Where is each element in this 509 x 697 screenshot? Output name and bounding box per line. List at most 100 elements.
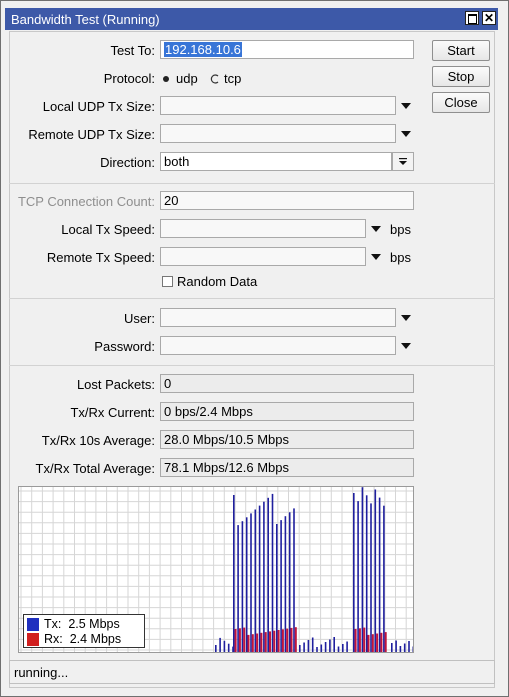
local-tx-speed-dropdown-icon[interactable] — [371, 226, 381, 232]
tx-bar — [250, 513, 252, 652]
password-input[interactable] — [160, 336, 396, 355]
tx-bar — [391, 643, 393, 652]
tx-bar — [383, 505, 385, 652]
window-title: Bandwidth Test (Running) — [11, 12, 160, 27]
tx-bar — [219, 637, 221, 652]
tx-bar — [408, 641, 410, 652]
tx-bar — [357, 501, 359, 652]
tx-bar — [254, 509, 257, 652]
tx-rx-total-average-value: 78.1 Mbps/12.6 Mbps — [160, 458, 414, 477]
tx-bar — [293, 508, 295, 652]
user-dropdown-icon[interactable] — [401, 315, 411, 321]
remote-udp-tx-size-label: Remote UDP Tx Size: — [28, 127, 155, 142]
protocol-udp-radio[interactable] — [161, 74, 171, 84]
rx-bar — [384, 632, 387, 652]
tx-rx-10s-average-label: Tx/Rx 10s Average: — [41, 433, 155, 448]
local-udp-tx-size-dropdown-icon[interactable] — [401, 103, 411, 109]
tx-rx-total-average-label: Tx/Rx Total Average: — [35, 461, 155, 476]
rx-bar — [367, 634, 370, 652]
tcp-connection-count-label: TCP Connection Count: — [17, 194, 155, 209]
password-dropdown-icon[interactable] — [401, 343, 411, 349]
lost-packets-value: 0 — [160, 374, 414, 393]
direction-dropdown-button[interactable] — [392, 152, 414, 171]
rx-bar — [371, 634, 374, 652]
tx-bar — [307, 640, 310, 652]
tcp-connection-count-input[interactable]: 20 — [160, 191, 414, 210]
rx-bar — [264, 632, 267, 652]
remote-tx-speed-label: Remote Tx Speed: — [46, 250, 155, 265]
rx-bar — [273, 630, 276, 652]
tx-bar — [311, 637, 314, 652]
remote-tx-speed-unit: bps — [390, 250, 411, 265]
test-to-value: 192.168.10.6 — [164, 42, 242, 57]
password-label: Password: — [94, 339, 155, 354]
tx-bar — [412, 646, 413, 652]
radio-tcp-icon — [210, 74, 219, 84]
close-icon[interactable]: ✕ — [482, 11, 496, 25]
tx-rx-current-value: 0 bps/2.4 Mbps — [160, 402, 414, 421]
rx-bar — [251, 634, 254, 652]
test-to-input[interactable]: 192.168.10.6 — [160, 40, 414, 59]
local-tx-speed-unit: bps — [390, 222, 411, 237]
rx-bar — [281, 629, 284, 652]
rx-bar — [247, 634, 250, 652]
maximize-icon[interactable] — [465, 11, 479, 25]
tx-bar — [303, 642, 305, 652]
local-udp-tx-size-label: Local UDP Tx Size: — [42, 99, 155, 114]
local-tx-speed-input[interactable] — [160, 219, 366, 238]
tx-bar — [299, 645, 301, 652]
rx-bar — [294, 627, 297, 652]
tx-bar — [241, 521, 244, 652]
rx-bar — [243, 627, 246, 652]
protocol-label: Protocol: — [103, 71, 155, 86]
remote-udp-tx-size-dropdown-icon[interactable] — [401, 131, 411, 137]
tx-bar — [342, 644, 344, 652]
rx-bar — [380, 632, 383, 652]
user-input[interactable] — [160, 308, 396, 327]
direction-select[interactable]: both — [160, 152, 392, 171]
tx-legend-text: Tx: 2.5 Mbps — [44, 617, 120, 631]
stop-button[interactable]: Stop — [432, 66, 490, 87]
tx-bar — [320, 644, 323, 652]
tx-bar — [227, 643, 230, 652]
tx-bar — [370, 503, 372, 652]
rx-bar — [238, 628, 241, 652]
local-udp-tx-size-input[interactable] — [160, 96, 396, 115]
direction-label: Direction: — [100, 155, 155, 170]
remote-tx-speed-input[interactable] — [160, 247, 366, 266]
tx-bar — [223, 640, 226, 652]
start-button[interactable]: Start — [432, 40, 490, 61]
tx-bar — [395, 640, 397, 652]
title-bar[interactable]: Bandwidth Test (Running) ✕ — [5, 8, 498, 30]
tx-bar — [365, 495, 368, 652]
tx-bar — [284, 516, 287, 652]
tx-bar — [374, 489, 377, 652]
protocol-udp-label: udp — [176, 71, 198, 86]
tx-bar — [288, 512, 291, 652]
rx-bar — [277, 630, 280, 652]
tx-bar — [329, 639, 331, 652]
tx-bar — [245, 517, 248, 652]
tx-bar — [378, 497, 381, 652]
tx-bar — [316, 647, 318, 652]
test-to-label: Test To: — [110, 43, 155, 58]
tx-bar — [267, 497, 269, 652]
close-button[interactable]: Close — [432, 92, 490, 113]
divider — [9, 365, 495, 366]
tx-bar — [361, 487, 364, 652]
tx-bar — [271, 493, 274, 652]
lost-packets-label: Lost Packets: — [76, 377, 155, 392]
graph-legend: Tx: 2.5 Mbps Rx: 2.4 Mbps — [23, 614, 145, 648]
remote-udp-tx-size-input[interactable] — [160, 124, 396, 143]
remote-tx-speed-dropdown-icon[interactable] — [371, 254, 381, 260]
status-text: running... — [14, 665, 69, 680]
rx-bar — [290, 627, 293, 652]
random-data-checkbox[interactable] — [162, 276, 173, 287]
double-chevron-down-icon — [399, 158, 407, 165]
tx-bar — [215, 645, 217, 652]
status-bar: running... — [9, 660, 495, 684]
rx-bar — [256, 633, 259, 652]
tx-bar — [403, 643, 406, 652]
tx-rx-current-label: Tx/Rx Current: — [70, 405, 155, 420]
protocol-tcp-radio[interactable] — [210, 74, 220, 84]
